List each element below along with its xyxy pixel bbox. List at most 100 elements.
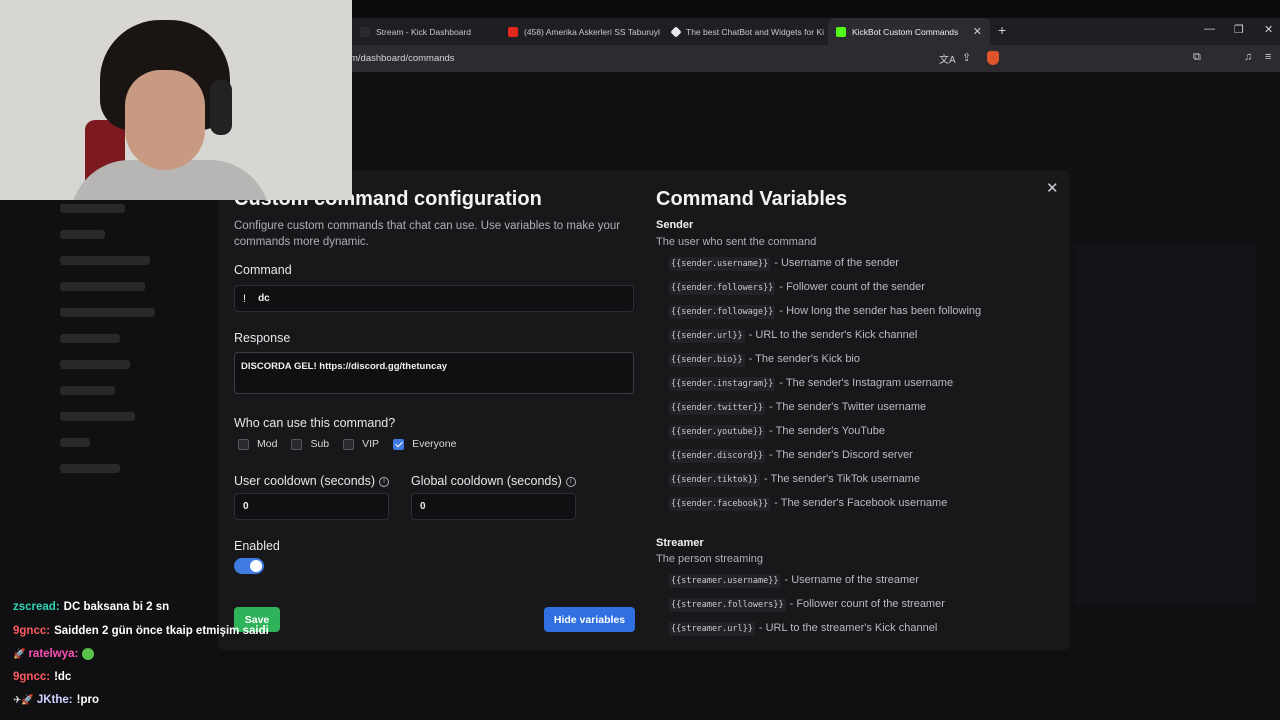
window-close-button[interactable]: ✕ xyxy=(1264,23,1273,36)
global-cooldown-label: Global cooldown (seconds) i xyxy=(411,474,576,488)
variable-description: - The sender's Instagram username xyxy=(779,377,954,389)
tab-close-icon[interactable]: ✕ xyxy=(973,25,982,38)
modal-close-button[interactable]: ✕ xyxy=(1046,179,1059,197)
kickbot-favicon-icon xyxy=(836,26,846,37)
url-field[interactable]: m/dashboard/commands xyxy=(350,53,455,64)
command-input[interactable]: ! dc xyxy=(234,285,634,312)
variable-code: {{sender.discord}} xyxy=(669,449,766,463)
info-icon[interactable]: i xyxy=(565,476,576,487)
variable-description: - Follower count of the streamer xyxy=(789,598,945,610)
variable-description: - URL to the streamer's Kick channel xyxy=(758,622,938,634)
youtube-icon xyxy=(508,26,518,37)
sender-variable-row: {{sender.youtube}} - The sender's YouTube xyxy=(669,425,885,439)
tab-label: KickBot Custom Commands xyxy=(852,26,959,37)
sender-variable-row: {{sender.bio}} - The sender's Kick bio xyxy=(669,353,860,367)
chat-username: ratelwya: xyxy=(28,648,79,661)
tab-label: (458) Amerika Askerleri SS Taburuyla xyxy=(524,26,660,37)
emote-icon xyxy=(82,648,95,660)
variable-description: - How long the sender has been following xyxy=(779,305,982,317)
webcam-overlay xyxy=(0,0,352,200)
sender-variable-row: {{sender.discord}} - The sender's Discord… xyxy=(669,449,913,463)
background-panel xyxy=(1075,245,1255,605)
streamer-description: The person streaming xyxy=(656,553,763,565)
checkbox-label: VIP xyxy=(362,438,380,450)
variable-code: {{streamer.url}} xyxy=(669,622,755,636)
menu-icon[interactable]: ≡ xyxy=(1265,51,1271,63)
brave-shield-icon[interactable] xyxy=(987,51,999,65)
permission-everyone[interactable]: Everyone xyxy=(393,438,456,450)
streamer-heading: Streamer xyxy=(656,537,704,549)
streamer-variable-row: {{streamer.username}} - Username of the s… xyxy=(669,574,919,588)
sender-variable-row: {{sender.followers}} - Follower count of … xyxy=(669,281,925,295)
sender-heading: Sender xyxy=(656,219,694,231)
command-label: Command xyxy=(234,263,292,277)
new-tab-button[interactable]: + xyxy=(998,22,1006,38)
restore-button[interactable]: ❐ xyxy=(1234,23,1244,36)
permissions-group: Mod Sub VIP Everyone xyxy=(238,438,470,450)
minimize-button[interactable]: — xyxy=(1204,23,1215,35)
media-icon[interactable]: ♫ xyxy=(1244,51,1252,63)
tab-chatbot[interactable]: The best ChatBot and Widgets for Ki xyxy=(664,18,824,45)
checkbox-label: Mod xyxy=(257,438,278,450)
sub-checkbox[interactable] xyxy=(291,438,303,450)
variable-description: - The sender's Twitter username xyxy=(769,401,927,413)
toggle-knob xyxy=(250,560,262,572)
user-cooldown-input[interactable]: 0 xyxy=(234,493,389,520)
checkbox-label: Sub xyxy=(310,438,330,450)
permission-sub[interactable]: Sub xyxy=(291,438,329,450)
chat-message: zscread: DC baksana bi 2 sn xyxy=(13,601,169,613)
streamer-variable-row: {{streamer.followers}} - Follower count o… xyxy=(669,598,945,612)
streamer-face xyxy=(125,70,205,170)
tab-label: The best ChatBot and Widgets for Ki xyxy=(686,26,824,37)
user-cooldown-value: 0 xyxy=(243,501,249,512)
rocket-badge-icon: 🚀 xyxy=(13,649,26,661)
enabled-label: Enabled xyxy=(234,539,280,553)
modal-subtitle: Configure custom commands that chat can … xyxy=(234,220,621,248)
sender-variable-row: {{sender.followage}} - How long the sende… xyxy=(669,305,982,319)
vip-checkbox[interactable] xyxy=(343,438,355,450)
variable-description: - Follower count of the sender xyxy=(779,281,925,293)
chat-text: !pro xyxy=(76,694,99,706)
variable-description: - The sender's Facebook username xyxy=(774,497,948,509)
command-value: dc xyxy=(258,293,270,304)
mod-checkbox[interactable] xyxy=(238,438,249,450)
permission-vip[interactable]: VIP xyxy=(343,438,379,450)
variable-code: {{streamer.followers}} xyxy=(669,598,786,612)
chat-message: ✈🚀 JKthe: !pro xyxy=(13,694,99,706)
variable-code: {{sender.facebook}} xyxy=(669,497,771,511)
share-icon[interactable]: ⇪ xyxy=(962,51,971,64)
user-cooldown-text: User cooldown (seconds) xyxy=(234,474,376,488)
sender-variable-row: {{sender.instagram}} - The sender's Insta… xyxy=(669,377,954,391)
variable-description: - Username of the sender xyxy=(774,257,899,269)
variable-code: {{sender.url}} xyxy=(669,329,745,343)
chatbot-favicon-icon xyxy=(670,25,682,38)
kick-favicon-icon xyxy=(360,26,370,37)
tab-youtube[interactable]: (458) Amerika Askerleri SS Taburuyla xyxy=(500,18,660,45)
permission-mod[interactable]: Mod xyxy=(238,438,277,450)
variable-code: {{streamer.username}} xyxy=(669,574,781,588)
global-cooldown-value: 0 xyxy=(420,501,426,512)
global-cooldown-text: Global cooldown (seconds) xyxy=(411,474,562,488)
tab-stream-dashboard[interactable]: Stream - Kick Dashboard xyxy=(352,18,500,45)
variable-description: - The sender's Kick bio xyxy=(748,353,860,365)
enabled-toggle[interactable] xyxy=(234,558,264,574)
sender-variable-row: {{sender.tiktok}} - The sender's TikTok u… xyxy=(669,473,920,487)
variable-description: - URL to the sender's Kick channel xyxy=(748,329,918,341)
chat-text: Saidden 2 gün önce tkaip etmişim saidi xyxy=(54,625,269,637)
variable-description: - Username of the streamer xyxy=(784,574,919,586)
response-textarea[interactable]: DISCORDA GEL! https://discord.gg/thetunc… xyxy=(234,352,634,394)
headset xyxy=(210,80,232,135)
hide-variables-button[interactable]: Hide variables xyxy=(544,607,635,632)
chat-username: 9gncc: xyxy=(13,671,51,683)
chat-message: 9gncc: !dc xyxy=(13,671,71,683)
user-cooldown-label: User cooldown (seconds) i xyxy=(234,474,390,488)
everyone-checkbox[interactable] xyxy=(393,438,405,450)
tab-kickbot-commands[interactable]: KickBot Custom Commands ✕ xyxy=(828,18,990,45)
extensions-icon[interactable]: ⧉ xyxy=(1193,51,1201,64)
sender-variable-row: {{sender.username}} - Username of the sen… xyxy=(669,257,899,271)
info-icon[interactable]: i xyxy=(379,476,390,487)
translate-icon[interactable]: 文A xyxy=(939,51,956,66)
variable-code: {{sender.instagram}} xyxy=(669,377,776,391)
screen: Stream - Kick Dashboard (458) Amerika As… xyxy=(0,0,1280,720)
global-cooldown-input[interactable]: 0 xyxy=(411,493,576,520)
